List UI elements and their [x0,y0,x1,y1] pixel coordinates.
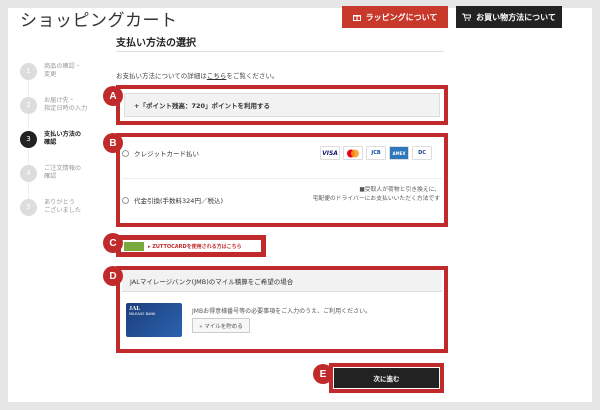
marker-e: E [313,364,333,384]
gift-icon [352,15,361,21]
step-item: 4 ご注文情報の 確認 [20,162,112,184]
step-item: 1 商品の確認・ 変更 [20,60,112,82]
payment-intro: お支払い方法についての詳細はこちらをご覧ください。 [116,70,278,80]
wrapping-info-label: ラッピングについて [365,12,438,22]
intro-text-before: お支払い方法についての詳細は [116,72,207,80]
marker-a: A [103,86,123,106]
cart-icon [462,13,472,21]
step-number: 2 [20,96,37,114]
highlight-frame-c [116,235,266,257]
shopping-guide-button[interactable]: お買い物方法について [456,6,562,28]
step-number: 4 [20,164,37,182]
highlight-frame-e [329,363,444,393]
step-label: お届け先・ 指定日時の入力 [44,97,88,112]
step-label: ご注文情報の 確認 [44,165,82,180]
intro-text-after: をご覧ください。 [226,72,279,80]
highlight-frame-d [116,266,448,353]
step-label: 商品の確認・ 変更 [44,63,82,78]
step-number: 5 [20,198,37,216]
wrapping-info-button[interactable]: ラッピングについて [342,6,448,28]
checkout-steps: 1 商品の確認・ 変更 2 お届け先・ 指定日時の入力 3 支払い方法の 確認 … [20,60,112,230]
marker-c: C [103,233,123,253]
step-label: 支払い方法の 確認 [44,131,82,146]
title-divider [116,51,444,52]
section-title: 支払い方法の選択 [116,38,196,49]
highlight-frame-a [116,85,448,125]
step-item: 5 ありがとう ございました [20,196,112,218]
shopping-guide-label: お買い物方法について [476,12,556,22]
step-number: 3 [20,130,37,148]
highlight-frame-b [116,133,448,227]
payment-details-link[interactable]: こちら [207,72,227,80]
step-item-active: 3 支払い方法の 確認 [20,128,112,150]
page-title: ショッピングカート [20,11,178,31]
step-item: 2 お届け先・ 指定日時の入力 [20,94,112,116]
marker-d: D [103,266,123,286]
marker-b: B [103,133,123,153]
step-number: 1 [20,62,37,80]
step-label: ありがとう ございました [44,199,82,214]
